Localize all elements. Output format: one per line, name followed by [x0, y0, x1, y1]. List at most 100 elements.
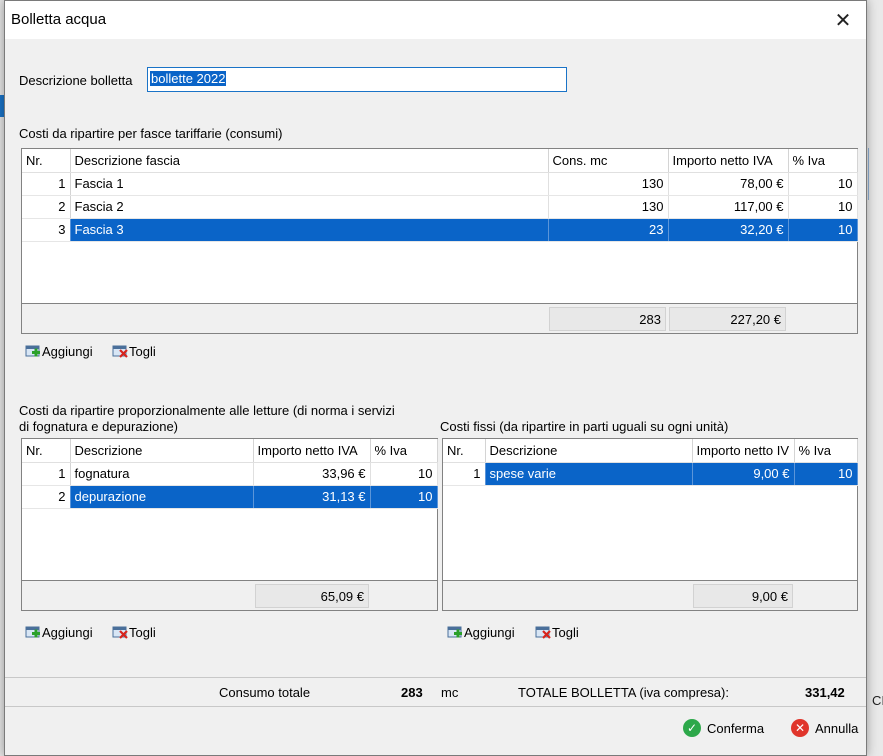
check-icon: ✓ — [683, 719, 701, 737]
fissi-col-nr[interactable]: Nr. — [443, 439, 486, 463]
fasce-col-importo[interactable]: Importo netto IVA — [668, 149, 789, 173]
cell-iva[interactable]: 10 — [370, 462, 438, 486]
window-title: Bolletta acqua — [11, 11, 107, 28]
cell-cons[interactable]: 23 — [548, 218, 669, 242]
fasce-grid[interactable]: Nr. Descrizione fascia Cons. mc Importo … — [21, 148, 858, 334]
fissi-col-importo[interactable]: Importo netto IV — [692, 439, 795, 463]
fasce-col-nr[interactable]: Nr. — [22, 149, 71, 173]
summary-bar: Consumo totale 283 mc TOTALE BOLLETTA (i… — [5, 677, 866, 707]
fasce-total-importo: 227,20 € — [669, 307, 786, 331]
table-row-selected[interactable]: 1 spese varie 9,00 € 10 — [443, 462, 858, 486]
add-icon — [25, 345, 40, 356]
fissi-add-button[interactable]: Aggiungi — [447, 625, 515, 640]
table-row-selected[interactable]: 2 depurazione 31,13 € 10 — [22, 485, 438, 509]
fasce-col-desc[interactable]: Descrizione fascia — [70, 149, 549, 173]
fasce-add-label: Aggiungi — [42, 344, 93, 359]
bolletta-dialog: Bolletta acqua ✕ Descrizione bolletta bo… — [4, 0, 867, 756]
cell-nr[interactable]: 3 — [22, 218, 71, 242]
description-value: bollette 2022 — [150, 71, 227, 86]
proporzionali-section-label-1: Costi da ripartire proporzionalmente all… — [19, 403, 395, 418]
table-row[interactable]: 1 Fascia 1 130 78,00 € 10 — [22, 172, 858, 196]
remove-icon — [112, 626, 128, 639]
add-icon — [447, 626, 462, 637]
background-fragment: CI — [872, 693, 883, 708]
confirm-label: Conferma — [707, 720, 765, 736]
cell-cons[interactable]: 130 — [548, 172, 669, 196]
fasce-col-iva[interactable]: % Iva — [788, 149, 858, 173]
prop-col-nr[interactable]: Nr. — [22, 439, 71, 463]
prop-col-importo[interactable]: Importo netto IVA — [253, 439, 371, 463]
description-input[interactable]: bollette 2022 — [147, 67, 567, 92]
fissi-remove-button[interactable]: Togli — [535, 625, 579, 640]
cell-desc[interactable]: Fascia 3 — [70, 218, 549, 242]
cell-iva[interactable]: 10 — [794, 462, 858, 486]
fasce-remove-label: Togli — [129, 344, 156, 359]
cancel-button[interactable]: ✕ Annulla — [791, 719, 858, 737]
background-border — [868, 148, 883, 200]
cell-desc[interactable]: Fascia 2 — [70, 195, 549, 219]
fissi-col-desc[interactable]: Descrizione — [485, 439, 693, 463]
add-icon — [25, 626, 40, 637]
table-row[interactable]: 2 Fascia 2 130 117,00 € 10 — [22, 195, 858, 219]
consumo-unit: mc — [441, 685, 459, 700]
fasce-add-button[interactable]: Aggiungi — [25, 344, 93, 359]
proporzionali-remove-button[interactable]: Togli — [112, 625, 156, 640]
cell-nr[interactable]: 2 — [22, 485, 71, 509]
description-label: Descrizione bolletta — [19, 73, 133, 88]
cancel-icon: ✕ — [791, 719, 809, 737]
totale-label: TOTALE BOLLETTA (iva compresa): — [518, 685, 729, 700]
cell-nr[interactable]: 2 — [22, 195, 71, 219]
fissi-grid[interactable]: Nr. Descrizione Importo netto IV % Iva 1… — [442, 438, 858, 611]
cell-nr[interactable]: 1 — [443, 462, 486, 486]
cell-iva[interactable]: 10 — [788, 172, 858, 196]
consumo-label: Consumo totale — [219, 685, 311, 700]
cell-desc[interactable]: Fascia 1 — [70, 172, 549, 196]
cell-importo[interactable]: 32,20 € — [668, 218, 789, 242]
fasce-section-label: Costi da ripartire per fasce tariffarie … — [19, 126, 283, 141]
cell-cons[interactable]: 130 — [548, 195, 669, 219]
fissi-col-iva[interactable]: % Iva — [794, 439, 858, 463]
title-bar: Bolletta acqua ✕ — [5, 1, 866, 39]
confirm-button[interactable]: ✓ Conferma — [683, 719, 764, 737]
prop-col-desc[interactable]: Descrizione — [70, 439, 254, 463]
remove-icon — [112, 345, 128, 358]
fissi-total-importo: 9,00 € — [693, 584, 793, 608]
fasce-totals-row: 283 227,20 € — [22, 303, 857, 333]
cell-importo[interactable]: 117,00 € — [668, 195, 789, 219]
cell-iva[interactable]: 10 — [370, 485, 438, 509]
cell-nr[interactable]: 1 — [22, 462, 71, 486]
close-button[interactable]: ✕ — [820, 1, 866, 39]
proporzionali-add-label: Aggiungi — [42, 625, 93, 640]
fissi-remove-label: Togli — [552, 625, 579, 640]
proporzionali-totals-row: 65,09 € — [22, 580, 437, 610]
cell-iva[interactable]: 10 — [788, 195, 858, 219]
cell-importo[interactable]: 31,13 € — [253, 485, 371, 509]
fissi-add-label: Aggiungi — [464, 625, 515, 640]
cell-importo[interactable]: 78,00 € — [668, 172, 789, 196]
prop-col-iva[interactable]: % Iva — [370, 439, 438, 463]
fasce-total-cons: 283 — [549, 307, 666, 331]
table-row[interactable]: 1 fognatura 33,96 € 10 — [22, 462, 438, 486]
cancel-label: Annulla — [815, 720, 859, 736]
consumo-value: 283 — [401, 685, 423, 700]
fasce-remove-button[interactable]: Togli — [112, 344, 156, 359]
remove-icon — [535, 626, 551, 639]
cell-iva[interactable]: 10 — [788, 218, 858, 242]
table-row-selected[interactable]: 3 Fascia 3 23 32,20 € 10 — [22, 218, 858, 242]
proporzionali-add-button[interactable]: Aggiungi — [25, 625, 93, 640]
cell-importo[interactable]: 33,96 € — [253, 462, 371, 486]
cell-importo[interactable]: 9,00 € — [692, 462, 795, 486]
proporzionali-total-importo: 65,09 € — [255, 584, 369, 608]
cell-nr[interactable]: 1 — [22, 172, 71, 196]
cell-desc[interactable]: depurazione — [70, 485, 254, 509]
totale-value: 331,42 — [805, 685, 845, 700]
proporzionali-section-label-2: di fognatura e depurazione) — [19, 419, 179, 434]
proporzionali-grid[interactable]: Nr. Descrizione Importo netto IVA % Iva … — [21, 438, 438, 611]
proporzionali-remove-label: Togli — [129, 625, 156, 640]
cell-desc[interactable]: spese varie — [485, 462, 693, 486]
background-window-right: CI — [866, 0, 883, 756]
cell-desc[interactable]: fognatura — [70, 462, 254, 486]
fasce-col-cons[interactable]: Cons. mc — [548, 149, 669, 173]
fissi-totals-row: 9,00 € — [443, 580, 857, 610]
fissi-section-label: Costi fissi (da ripartire in parti ugual… — [440, 419, 729, 434]
